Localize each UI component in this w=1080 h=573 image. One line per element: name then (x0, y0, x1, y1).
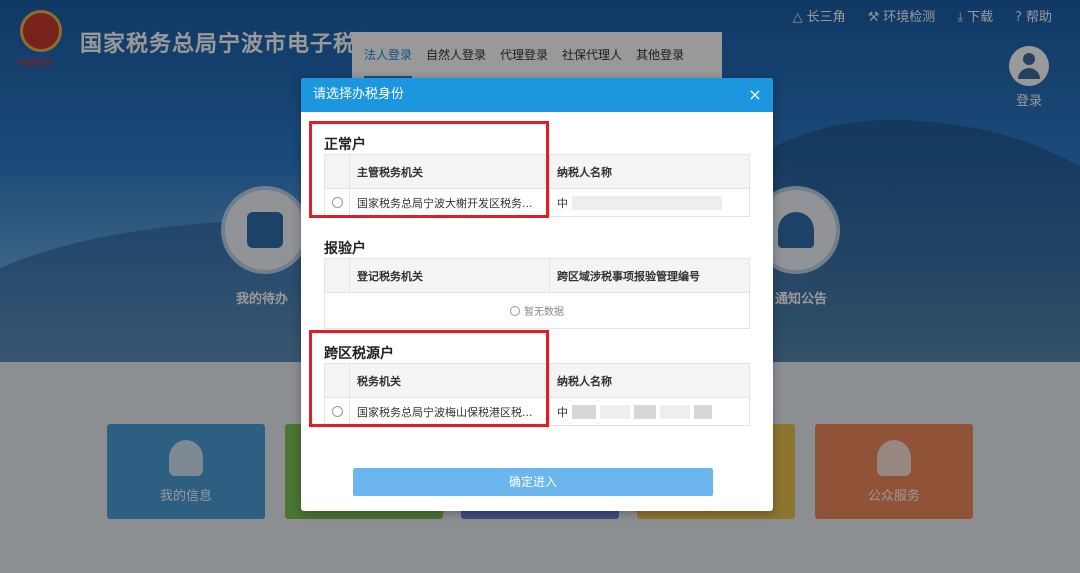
taxpayer-name-prefix: 中 (557, 196, 568, 210)
highlight-box-cross-region (309, 330, 549, 427)
redacted-block (634, 404, 656, 419)
redacted-block (660, 404, 690, 419)
column-header: 纳税人名称 (557, 374, 612, 388)
taxpayer-name-prefix: 中 (557, 405, 568, 419)
inspection-account-table: 登记税务机关 跨区域涉税事项报验管理编号 暂无数据 (324, 258, 750, 329)
taxpayer-name-cell: 中 (550, 398, 749, 425)
identity-dialog: 请选择办税身份 × 正常户 主管税务机关 纳税人名称 国家税务总局宁波大榭开发区… (301, 78, 773, 511)
dialog-title: 请选择办税身份 (313, 87, 405, 102)
redacted-block (694, 404, 712, 419)
section-title-inspection: 报验户 (324, 241, 366, 257)
redacted-block (600, 404, 630, 419)
empty-face-icon (510, 305, 520, 316)
empty-text: 暂无数据 (524, 307, 564, 318)
dialog-header: 请选择办税身份 × (301, 78, 773, 112)
confirm-enter-button[interactable]: 确定进入 (353, 468, 713, 496)
redacted-block (572, 195, 722, 210)
taxpayer-name-cell: 中 (550, 189, 749, 216)
empty-state: 暂无数据 (325, 292, 749, 328)
header-select-cell (325, 259, 350, 292)
table-header: 登记税务机关 跨区域涉税事项报验管理编号 (325, 259, 749, 292)
column-header: 登记税务机关 (350, 259, 550, 292)
redacted-block (572, 404, 596, 419)
close-icon[interactable]: × (747, 78, 763, 112)
highlight-box-normal (309, 121, 549, 218)
column-header: 纳税人名称 (557, 165, 612, 179)
column-header: 跨区域涉税事项报验管理编号 (557, 269, 700, 283)
